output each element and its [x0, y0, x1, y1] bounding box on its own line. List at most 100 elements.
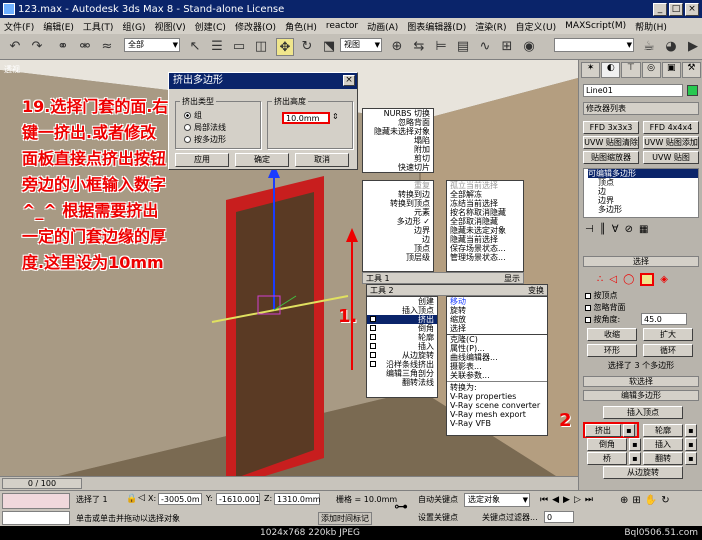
- menu-reactor[interactable]: reactor: [326, 21, 358, 31]
- bevel-settings-icon[interactable]: [370, 325, 376, 331]
- z-coordinate-field[interactable]: 1310.0mm: [274, 493, 321, 505]
- time-slider-thumb[interactable]: 0 / 100: [2, 478, 82, 489]
- by-vertex-checkbox[interactable]: 按顶点: [585, 290, 618, 301]
- select-rotate-icon[interactable]: ↻: [298, 38, 316, 56]
- goto-start-icon[interactable]: ⏮: [540, 495, 548, 505]
- redo-icon[interactable]: ↷: [28, 38, 46, 56]
- inset-settings-icon[interactable]: [370, 343, 376, 349]
- menu-top-level[interactable]: 顶层级: [363, 253, 433, 262]
- quick-render-icon[interactable]: ◕: [662, 38, 680, 56]
- menu-border[interactable]: 边界: [363, 226, 433, 235]
- show-end-result-icon[interactable]: ║: [600, 224, 606, 236]
- menu-edit-triangulation[interactable]: 编辑三角剖分: [367, 369, 437, 378]
- menu-unhide-by-name[interactable]: 按名称取消隐藏: [447, 208, 523, 217]
- menu-clone[interactable]: 克隆(C): [447, 335, 547, 344]
- menu-convert-edge[interactable]: 转换到边: [363, 190, 433, 199]
- object-color-swatch[interactable]: [687, 85, 698, 96]
- stack-item-vertex[interactable]: 顶点: [588, 178, 698, 187]
- schematic-view-icon[interactable]: ⊞: [498, 38, 516, 56]
- menu-rotate[interactable]: 旋转: [447, 306, 547, 315]
- vertex-level-icon[interactable]: ∴: [597, 274, 603, 285]
- zoom-all-icon[interactable]: ⊞: [632, 495, 640, 506]
- object-name-field[interactable]: Line01: [583, 84, 683, 97]
- bevel-settings-button[interactable]: ▪: [629, 438, 641, 451]
- menu-group[interactable]: 组(G): [122, 20, 145, 33]
- zoom-icon[interactable]: ⊕: [620, 495, 628, 506]
- grow-button[interactable]: 扩大: [643, 328, 693, 341]
- menu-cut[interactable]: 剪切: [363, 154, 433, 163]
- add-time-tag-button[interactable]: 添加时间标记: [318, 512, 372, 525]
- menu-create[interactable]: 创建(C): [195, 20, 226, 33]
- utilities-tab-icon[interactable]: ⚒: [681, 62, 702, 78]
- border-level-icon[interactable]: ◯: [623, 274, 634, 285]
- hinge-button[interactable]: 从边旋转: [603, 466, 683, 479]
- outline-settings-button[interactable]: ▪: [685, 424, 697, 437]
- region-select-icon[interactable]: ▭: [230, 38, 248, 56]
- radio-by-polygon[interactable]: 按多边形: [184, 134, 226, 145]
- loop-button[interactable]: 循环: [643, 344, 693, 357]
- menu-rendering[interactable]: 渲染(R): [475, 20, 506, 33]
- extrude-settings-icon[interactable]: [370, 316, 376, 322]
- unlink-icon[interactable]: ⚮: [76, 38, 94, 56]
- layer-icon[interactable]: ▤: [454, 38, 472, 56]
- height-spinner-icon[interactable]: ⇕: [332, 112, 339, 121]
- select-scale-icon[interactable]: ⬔: [320, 38, 338, 56]
- menu-customize[interactable]: 自定义(U): [516, 20, 557, 33]
- play-icon[interactable]: ▶: [563, 495, 570, 505]
- remove-modifier-icon[interactable]: ⊘: [625, 224, 633, 236]
- menu-extrude[interactable]: 挤出: [367, 315, 437, 324]
- menu-collapse[interactable]: 塌陷: [363, 136, 433, 145]
- minimize-button[interactable]: _: [653, 2, 667, 16]
- pivot-center-icon[interactable]: ⊕: [388, 38, 406, 56]
- select-object-icon[interactable]: ↖: [186, 38, 204, 56]
- prev-frame-icon[interactable]: ◀: [552, 495, 559, 505]
- selected-object-select[interactable]: 选定对象: [464, 493, 530, 507]
- window-crossing-icon[interactable]: ◫: [252, 38, 270, 56]
- menu-animation[interactable]: 动画(A): [367, 20, 398, 33]
- reference-coord-select[interactable]: 视图: [340, 38, 382, 52]
- polygon-level-icon[interactable]: [640, 272, 655, 286]
- menu-graph-editors[interactable]: 图表编辑器(D): [407, 20, 466, 33]
- menu-tools[interactable]: 工具(T): [83, 20, 114, 33]
- stack-item-edge[interactable]: 边: [588, 187, 698, 196]
- menu-help[interactable]: 帮助(H): [635, 20, 667, 33]
- uvw-add-button[interactable]: UVW 贴图添加: [643, 136, 699, 149]
- material-editor-icon[interactable]: ◉: [520, 38, 538, 56]
- menu-element[interactable]: 元素: [363, 208, 433, 217]
- menu-unhide-all[interactable]: 全部取消隐藏: [447, 217, 523, 226]
- ffd-333-button[interactable]: FFD 3x3x3: [583, 121, 639, 134]
- menu-isolate[interactable]: 孤立当前选择: [447, 181, 523, 190]
- map-scaler-button[interactable]: 贴图缩放器: [583, 151, 639, 164]
- render-last-icon[interactable]: ▶: [684, 38, 702, 56]
- menu-extrude-spline[interactable]: 沿样条线挤出: [367, 360, 437, 369]
- element-level-icon[interactable]: ◈: [660, 274, 668, 285]
- time-slider[interactable]: 0 / 100: [0, 476, 578, 490]
- menu-edit[interactable]: 编辑(E): [43, 20, 74, 33]
- menu-file[interactable]: 文件(F): [4, 20, 34, 33]
- menu-properties[interactable]: 属性(P)...: [447, 344, 547, 353]
- ok-button[interactable]: 确定: [235, 153, 289, 167]
- menu-vertex[interactable]: 顶点: [363, 244, 433, 253]
- menu-repeat[interactable]: 重复: [363, 181, 433, 190]
- dialog-close-button[interactable]: ×: [343, 75, 355, 86]
- x-coordinate-field[interactable]: -3005.0m: [158, 493, 202, 505]
- modifier-list-select[interactable]: 修改器列表: [583, 102, 699, 115]
- outline-button[interactable]: 轮廓: [643, 424, 683, 437]
- make-unique-icon[interactable]: ∀: [612, 224, 619, 236]
- menu-maxscript[interactable]: MAXScript(M): [565, 21, 626, 31]
- ffd-444-button[interactable]: FFD 4x4x4: [643, 121, 699, 134]
- display-tab-icon[interactable]: ▣: [661, 62, 681, 78]
- menu-insert-vertex[interactable]: 插入顶点: [367, 306, 437, 315]
- menu-nurbs-toggle[interactable]: NURBS 切换: [363, 109, 433, 118]
- menu-vray-scene-converter[interactable]: V-Ray scene converter: [447, 401, 547, 410]
- extrude-button[interactable]: 挤出: [585, 424, 621, 437]
- curve-editor-icon[interactable]: ∿: [476, 38, 494, 56]
- extrusion-height-input[interactable]: 10.0mm: [282, 112, 330, 124]
- mirror-icon[interactable]: ⇆: [410, 38, 428, 56]
- menu-views[interactable]: 视图(V): [154, 20, 185, 33]
- menu-edge[interactable]: 边: [363, 235, 433, 244]
- edit-polygons-rollout[interactable]: 编辑多边形: [583, 390, 699, 401]
- ignore-backface-checkbox[interactable]: 忽略背面: [585, 302, 626, 313]
- menu-inset[interactable]: 插入: [367, 342, 437, 351]
- shrink-button[interactable]: 收缩: [587, 328, 637, 341]
